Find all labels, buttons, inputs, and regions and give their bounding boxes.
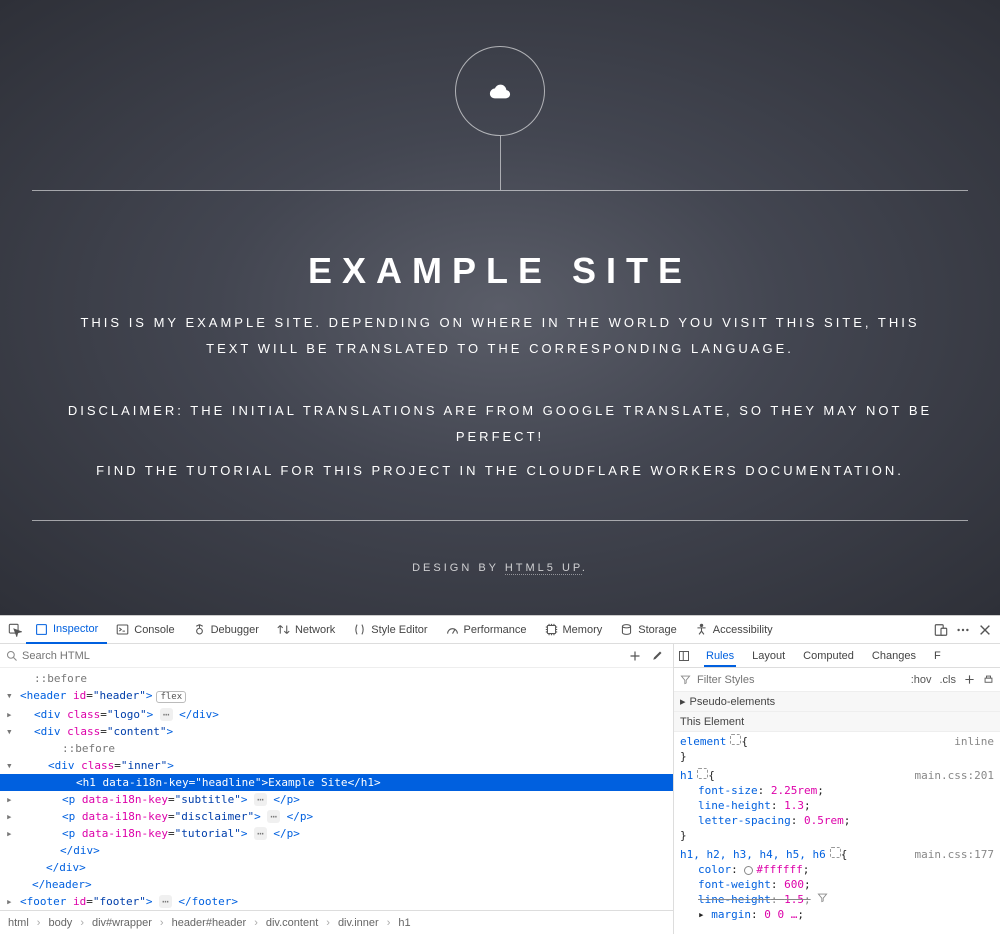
add-element-button[interactable] bbox=[629, 650, 641, 662]
footer-link[interactable]: HTML5 UP bbox=[505, 562, 582, 575]
side-toggle-icon[interactable] bbox=[678, 650, 690, 662]
crumb-wrapper[interactable]: div#wrapper bbox=[92, 917, 152, 929]
rules-body[interactable]: element {inline } h1 {main.css:201 font-… bbox=[674, 732, 1000, 934]
tab-console[interactable]: Console bbox=[107, 616, 183, 644]
this-element-section: This Element bbox=[674, 712, 1000, 732]
inline-style-icon bbox=[730, 734, 741, 745]
markup-panel: ::before ▾ <header id="header">flex ▸ <d… bbox=[0, 644, 674, 934]
tab-inspector-label: Inspector bbox=[53, 623, 98, 635]
crumb-content[interactable]: div.content bbox=[266, 917, 318, 929]
rtab-computed[interactable]: Computed bbox=[801, 650, 856, 662]
tab-accessibility-label: Accessibility bbox=[713, 624, 773, 636]
tab-network[interactable]: Network bbox=[268, 616, 344, 644]
rules-panel: Rules Layout Computed Changes F :hov .cl… bbox=[674, 644, 1000, 934]
devtools-panel: Inspector Console Debugger Network Style… bbox=[0, 615, 1000, 934]
page-subtitle: THIS IS MY EXAMPLE SITE. DEPENDING ON WH… bbox=[70, 310, 930, 362]
tab-console-label: Console bbox=[134, 624, 174, 636]
devtools-body: ::before ▾ <header id="header">flex ▸ <d… bbox=[0, 644, 1000, 934]
crumb-html[interactable]: html bbox=[8, 917, 29, 929]
rtab-changes[interactable]: Changes bbox=[870, 650, 918, 662]
tab-memory[interactable]: Memory bbox=[536, 616, 612, 644]
markup-search-input[interactable] bbox=[22, 650, 625, 662]
tab-storage-label: Storage bbox=[638, 624, 677, 636]
tab-accessibility[interactable]: Accessibility bbox=[686, 616, 782, 644]
logo-stem bbox=[500, 136, 501, 190]
tab-inspector[interactable]: Inspector bbox=[26, 616, 107, 644]
divider-top bbox=[32, 190, 968, 191]
rtab-layout[interactable]: Layout bbox=[750, 650, 787, 662]
rendered-page: EXAMPLE SITE THIS IS MY EXAMPLE SITE. DE… bbox=[0, 0, 1000, 615]
cloud-icon bbox=[489, 83, 511, 99]
pseudo-section[interactable]: ▸Pseudo-elements bbox=[674, 692, 1000, 712]
rtab-fonts[interactable]: F bbox=[932, 650, 943, 662]
search-icon bbox=[6, 650, 18, 662]
cls-button[interactable]: .cls bbox=[940, 674, 957, 686]
logo-circle bbox=[455, 46, 545, 136]
overridden-filter-icon[interactable] bbox=[817, 892, 828, 903]
crumb-header[interactable]: header#header bbox=[172, 917, 247, 929]
rule-source-icon bbox=[830, 847, 841, 858]
page-headline: EXAMPLE SITE bbox=[0, 250, 1000, 292]
hov-button[interactable]: :hov bbox=[911, 674, 932, 686]
crumb-h1[interactable]: h1 bbox=[398, 917, 410, 929]
responsive-mode-button[interactable] bbox=[930, 616, 952, 644]
tab-memory-label: Memory bbox=[563, 624, 603, 636]
markup-tree[interactable]: ::before ▾ <header id="header">flex ▸ <d… bbox=[0, 668, 673, 910]
footer-credit: DESIGN BY HTML5 UP. bbox=[0, 562, 1000, 574]
tab-storage[interactable]: Storage bbox=[611, 616, 686, 644]
markup-selected-line: <h1 data-i18n-key="headline">Example Sit… bbox=[0, 774, 673, 791]
crumb-inner[interactable]: div.inner bbox=[338, 917, 379, 929]
tab-network-label: Network bbox=[295, 624, 335, 636]
tab-performance-label: Performance bbox=[464, 624, 527, 636]
rules-filter-row: :hov .cls bbox=[674, 668, 1000, 692]
divider-bottom bbox=[32, 520, 968, 521]
breadcrumb: html› body› div#wrapper› header#header› … bbox=[0, 910, 673, 934]
tab-style-editor-label: Style Editor bbox=[371, 624, 427, 636]
tab-performance[interactable]: Performance bbox=[437, 616, 536, 644]
crumb-body[interactable]: body bbox=[48, 917, 72, 929]
add-rule-button[interactable] bbox=[964, 674, 975, 685]
markup-search-row bbox=[0, 644, 673, 668]
eyedropper-button[interactable] bbox=[651, 650, 663, 662]
footer-suffix: . bbox=[582, 562, 588, 574]
rtab-rules[interactable]: Rules bbox=[704, 650, 736, 667]
devtools-tabbar: Inspector Console Debugger Network Style… bbox=[0, 616, 1000, 644]
tab-debugger-label: Debugger bbox=[211, 624, 259, 636]
funnel-icon bbox=[680, 674, 691, 685]
devtools-menu-button[interactable] bbox=[952, 616, 974, 644]
devtools-close-button[interactable] bbox=[974, 616, 996, 644]
rules-filter-input[interactable] bbox=[697, 674, 905, 686]
footer-prefix: DESIGN BY bbox=[412, 562, 505, 574]
rules-tabbar: Rules Layout Computed Changes F bbox=[674, 644, 1000, 668]
tab-debugger[interactable]: Debugger bbox=[184, 616, 268, 644]
tab-style-editor[interactable]: Style Editor bbox=[344, 616, 436, 644]
page-disclaimer: DISCLAIMER: THE INITIAL TRANSLATIONS ARE… bbox=[48, 398, 952, 450]
rule-source-icon bbox=[697, 768, 708, 779]
color-swatch[interactable] bbox=[744, 866, 753, 875]
element-picker-button[interactable] bbox=[4, 616, 26, 644]
print-sim-button[interactable] bbox=[983, 674, 994, 685]
page-tutorial: FIND THE TUTORIAL FOR THIS PROJECT IN TH… bbox=[48, 458, 952, 484]
